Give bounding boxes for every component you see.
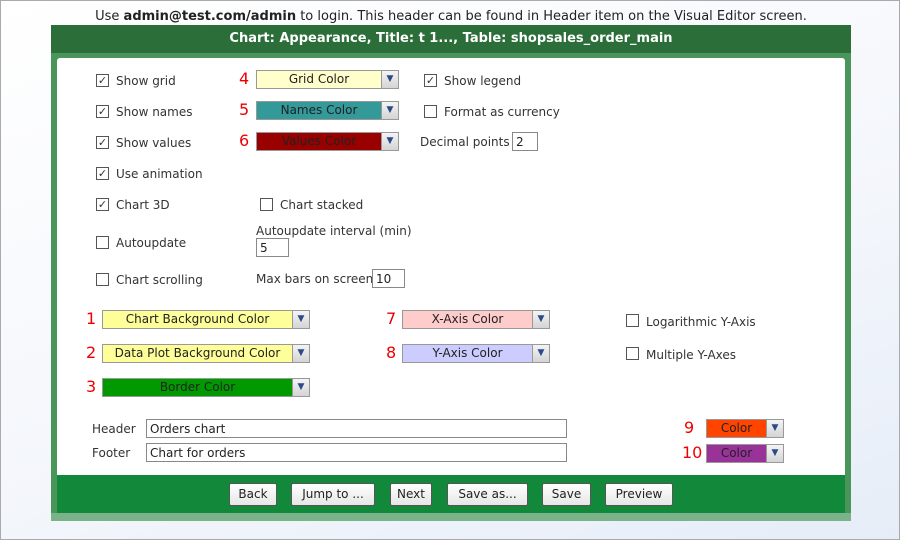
autoupdate-interval-input[interactable] bbox=[256, 238, 289, 257]
footer-input[interactable] bbox=[146, 443, 567, 462]
color-select-label: X-Axis Color bbox=[431, 312, 504, 326]
chevron-down-icon[interactable]: ▼ bbox=[766, 420, 783, 437]
chart-scrolling-checkbox[interactable] bbox=[96, 273, 109, 286]
chevron-down-icon[interactable]: ▼ bbox=[381, 71, 398, 88]
color-select[interactable]: X-Axis Color ▼ bbox=[402, 310, 550, 329]
settings-panel bbox=[57, 58, 845, 475]
show-names-checkbox[interactable]: ✓ bbox=[96, 105, 109, 118]
max-bars-input[interactable] bbox=[372, 269, 405, 288]
header-input[interactable] bbox=[146, 419, 567, 438]
page-title: Chart: Appearance, Title: t 1..., Table:… bbox=[51, 25, 851, 53]
color-number-label: 6 bbox=[239, 131, 250, 150]
color-number-label: 9 bbox=[684, 418, 695, 437]
save-button[interactable]: Save bbox=[542, 483, 591, 506]
multiple-y-axes-label: Multiple Y-Axes bbox=[646, 348, 737, 362]
back-button[interactable]: Back bbox=[229, 483, 277, 506]
format-currency-checkbox[interactable] bbox=[424, 105, 437, 118]
decimal-points-input[interactable] bbox=[512, 132, 538, 151]
show-values-label: Show values bbox=[116, 136, 192, 150]
color-select[interactable]: Chart Background Color ▼ bbox=[102, 310, 310, 329]
color-number-label: 4 bbox=[239, 69, 250, 88]
use-animation-label: Use animation bbox=[116, 167, 203, 181]
color-select[interactable]: Values Color ▼ bbox=[256, 132, 399, 151]
color-select[interactable]: Border Color ▼ bbox=[102, 378, 310, 397]
color-select[interactable]: Y-Axis Color ▼ bbox=[402, 344, 550, 363]
show-names-label: Show names bbox=[116, 105, 193, 119]
chart-scrolling-label: Chart scrolling bbox=[116, 273, 203, 287]
chevron-down-icon[interactable]: ▼ bbox=[292, 345, 309, 362]
chevron-down-icon[interactable]: ▼ bbox=[381, 133, 398, 150]
color-number-label: 8 bbox=[386, 343, 397, 362]
chart-3d-checkbox[interactable]: ✓ bbox=[96, 198, 109, 211]
color-select-label: Color bbox=[720, 446, 753, 460]
color-number-label: 7 bbox=[386, 309, 397, 328]
color-select-label: Values Color bbox=[281, 134, 357, 148]
chevron-down-icon[interactable]: ▼ bbox=[766, 445, 783, 462]
next-button[interactable]: Next bbox=[390, 483, 432, 506]
chart-3d-label: Chart 3D bbox=[116, 198, 170, 212]
footer-label: Footer bbox=[92, 446, 131, 460]
hint-credentials: admin@test.com/admin bbox=[123, 9, 297, 24]
chart-stacked-checkbox[interactable] bbox=[260, 198, 273, 211]
color-select[interactable]: Names Color ▼ bbox=[256, 101, 399, 120]
color-number-label: 10 bbox=[682, 443, 703, 462]
chevron-down-icon[interactable]: ▼ bbox=[292, 379, 309, 396]
log-y-axis-checkbox[interactable] bbox=[626, 314, 639, 327]
color-select-label: Color bbox=[720, 421, 753, 435]
hint-text: to login. This header can be found in He… bbox=[296, 9, 807, 24]
color-number-label: 5 bbox=[239, 100, 250, 119]
decimal-points-label: Decimal points bbox=[420, 135, 510, 149]
autoupdate-interval-label: Autoupdate interval (min) bbox=[256, 224, 412, 238]
format-currency-label: Format as currency bbox=[444, 105, 560, 119]
show-grid-label: Show grid bbox=[116, 74, 176, 88]
chevron-down-icon[interactable]: ▼ bbox=[292, 311, 309, 328]
color-select-label: Data Plot Background Color bbox=[114, 346, 281, 360]
preview-button[interactable]: Preview bbox=[605, 483, 673, 506]
show-grid-checkbox[interactable]: ✓ bbox=[96, 74, 109, 87]
use-animation-checkbox[interactable]: ✓ bbox=[96, 167, 109, 180]
color-number-label: 1 bbox=[86, 309, 97, 328]
show-legend-checkbox[interactable]: ✓ bbox=[424, 74, 437, 87]
show-values-checkbox[interactable]: ✓ bbox=[96, 136, 109, 149]
color-select-label: Y-Axis Color bbox=[432, 346, 503, 360]
autoupdate-label: Autoupdate bbox=[116, 236, 187, 250]
save-as-button[interactable]: Save as... bbox=[447, 483, 528, 506]
max-bars-label: Max bars on screen bbox=[256, 272, 374, 286]
login-hint: Use admin@test.com/admin to login. This … bbox=[1, 9, 900, 24]
color-select[interactable]: Data Plot Background Color ▼ bbox=[102, 344, 310, 363]
color-number-label: 2 bbox=[86, 343, 97, 362]
autoupdate-checkbox[interactable] bbox=[96, 236, 109, 249]
header-label: Header bbox=[92, 422, 136, 436]
multiple-y-axes-checkbox[interactable] bbox=[626, 347, 639, 360]
hint-text: Use bbox=[95, 9, 124, 24]
color-select[interactable]: Color ▼ bbox=[706, 419, 784, 438]
chevron-down-icon[interactable]: ▼ bbox=[532, 311, 549, 328]
chevron-down-icon[interactable]: ▼ bbox=[381, 102, 398, 119]
color-select-label: Chart Background Color bbox=[125, 312, 270, 326]
color-select-label: Grid Color bbox=[288, 72, 350, 86]
jump-to-button[interactable]: Jump to ... bbox=[291, 483, 375, 506]
color-select[interactable]: Color ▼ bbox=[706, 444, 784, 463]
chevron-down-icon[interactable]: ▼ bbox=[532, 345, 549, 362]
log-y-axis-label: Logarithmic Y-Axis bbox=[646, 315, 756, 329]
color-number-label: 3 bbox=[86, 377, 97, 396]
color-select[interactable]: Grid Color ▼ bbox=[256, 70, 399, 89]
color-select-label: Names Color bbox=[280, 103, 358, 117]
chart-stacked-label: Chart stacked bbox=[280, 198, 364, 212]
show-legend-label: Show legend bbox=[444, 74, 522, 88]
color-select-label: Border Color bbox=[159, 380, 236, 394]
